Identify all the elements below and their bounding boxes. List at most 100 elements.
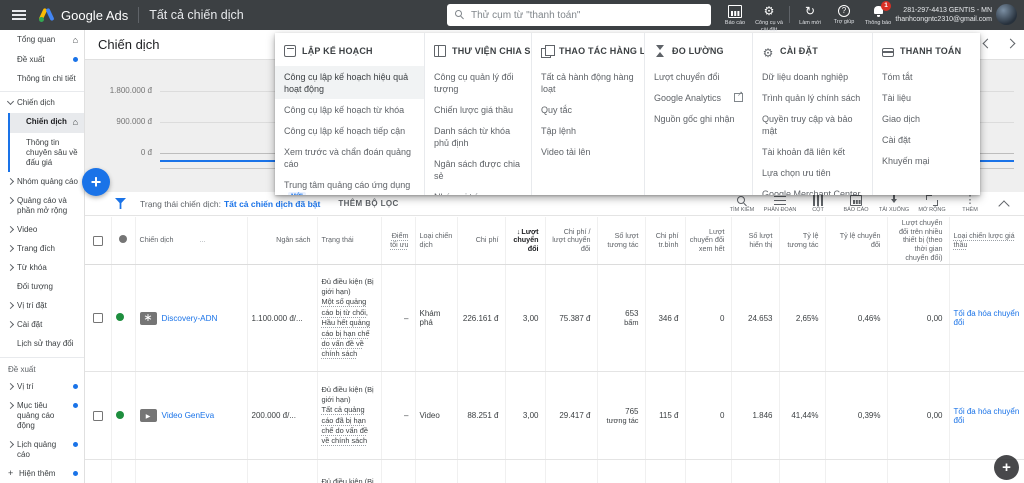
overlay-plus-button[interactable] <box>994 455 1019 480</box>
sidebar-item[interactable]: Lịch quảng cáo <box>0 435 84 464</box>
column-header[interactable]: Tỷ lệ tương tác <box>779 217 826 266</box>
menu-item[interactable]: Nhóm vị trí <box>425 187 531 195</box>
topbar-action-reports[interactable]: Báo cáo <box>718 2 752 27</box>
menu-item[interactable]: Dữ liệu doanh nghiệp <box>753 66 872 87</box>
sidebar-item[interactable]: Thông tin chi tiết <box>0 69 84 88</box>
select-all-checkbox[interactable] <box>92 235 103 246</box>
sidebar-item[interactable]: Đề xuất <box>0 50 84 69</box>
menu-item[interactable]: Quyền truy cập và bảo mật <box>753 108 872 141</box>
menu-item[interactable]: Lượt chuyển đổi <box>645 66 752 87</box>
sidebar-item-label: Quảng cáo và phần mở rộng <box>17 195 68 215</box>
menu-item[interactable]: Lựa chọn ưu tiên <box>753 163 872 184</box>
campaign-name-link[interactable]: Video GenEva <box>162 411 215 420</box>
sidebar-item[interactable]: Nhóm quảng cáo <box>0 172 84 191</box>
topbar-action-notifications[interactable]: 1 Thông báo <box>861 1 895 27</box>
search-box[interactable] <box>447 4 711 26</box>
column-header[interactable]: Lượt chuyển đổi trên nhiều thiết bị (the… <box>887 217 950 266</box>
sidebar-item[interactable]: Video <box>0 220 84 239</box>
campaign-name-link[interactable]: Discovery-ADN <box>162 314 218 323</box>
menu-item[interactable]: Công cụ lập kế hoạch hiệu quả hoạt động <box>275 66 424 100</box>
toolbar-columns[interactable]: CỘT <box>802 194 834 213</box>
sidebar-item[interactable]: Đối tượng <box>0 277 84 296</box>
sidebar-item[interactable]: Chiến dịch <box>8 112 84 133</box>
status-column-header[interactable] <box>111 217 136 266</box>
toolbar-report[interactable]: BÁO CÁO <box>840 194 872 213</box>
menu-item[interactable]: Xem trước và chẩn đoán quảng cáo <box>275 142 424 175</box>
menu-item[interactable]: Tài liệu <box>873 87 980 108</box>
sidebar-item[interactable]: Thông tin chuyên sâu về đấu giá <box>8 133 84 172</box>
sidebar-item[interactable]: Cài đặt <box>0 315 84 334</box>
sidebar-item[interactable]: Từ khóa <box>0 258 84 277</box>
sidebar-item[interactable]: Trang đích <box>0 239 84 258</box>
menu-item[interactable]: Trình quản lý chính sách <box>753 87 872 108</box>
menu-item[interactable]: Khuyến mại <box>873 151 980 172</box>
column-header[interactable]: Chi phí tr.bình <box>645 217 686 266</box>
add-filter-button[interactable]: THÊM BỘ LỌC <box>338 199 398 208</box>
menu-item[interactable]: Chiến lược giá thầu <box>425 99 531 120</box>
chevron-left-icon[interactable] <box>982 38 993 49</box>
column-header[interactable]: Số lượt hiển thị <box>731 217 780 266</box>
menu-item[interactable]: Quy tắc <box>532 99 644 120</box>
menu-item[interactable]: Danh sách từ khóa phủ định <box>425 120 531 153</box>
filter-chip[interactable]: Trạng thái chiến dịch: Tất cả chiến dịch … <box>140 199 320 209</box>
menu-item[interactable]: Công cụ lập kế hoạch từ khóa <box>275 99 424 120</box>
menu-item[interactable]: Tất cả hành động hàng loạt <box>532 66 644 99</box>
menu-item[interactable]: Google Merchant Center <box>753 184 872 195</box>
menu-item[interactable]: Trung tâm quảng cáo ứng dụngMỚI <box>275 175 424 195</box>
toolbar-download[interactable]: TẢI XUỐNG <box>878 194 910 213</box>
menu-item-label: Danh sách từ khóa phủ định <box>434 125 511 149</box>
column-header[interactable]: Chi phí <box>457 217 506 266</box>
menu-item[interactable]: Tập lệnh <box>532 120 644 141</box>
toolbar-search[interactable]: TÌM KIẾM <box>726 195 758 213</box>
row-checkbox[interactable] <box>92 410 103 421</box>
bid-strategy-link[interactable]: Tối đa hóa chuyển đổi <box>954 309 1020 327</box>
sidebar-item[interactable]: Chiến dịch <box>0 91 84 113</box>
topbar-action-tools[interactable]: Công cụ và cài đặt <box>752 2 786 33</box>
sidebar-item[interactable]: Vị trí <box>0 377 84 396</box>
toolbar-expand[interactable]: MỞ RỘNG <box>916 194 948 213</box>
row-checkbox[interactable] <box>92 313 103 324</box>
column-header[interactable]: Lượt chuyển đổi xem hết <box>685 217 732 266</box>
toolbar-more[interactable]: THÊM <box>954 195 986 213</box>
topbar-action-help[interactable]: Trợ giúp <box>827 2 861 26</box>
menu-item[interactable]: Công cụ quản lý đối tượng <box>425 66 531 99</box>
menu-item[interactable]: Công cụ lập kế hoạch tiếp cận <box>275 120 424 141</box>
sidebar-item[interactable]: Vị trí đặt <box>0 296 84 315</box>
bid-strategy-link[interactable]: Tối đa hóa chuyển đổi <box>954 407 1020 425</box>
menu-item[interactable]: Video tải lên <box>532 142 644 163</box>
avatar[interactable] <box>996 4 1017 25</box>
filter-icon[interactable] <box>115 198 126 209</box>
column-header[interactable]: Trạng thái <box>317 217 382 266</box>
column-header[interactable]: Chi phí / lượt chuyển đổi <box>545 217 598 266</box>
sidebar-item[interactable]: + Hiện thêm <box>0 464 84 483</box>
search-input[interactable] <box>471 4 701 26</box>
menu-item[interactable]: Cài đặt <box>873 129 980 150</box>
sidebar-item[interactable]: Quảng cáo và phần mở rộng <box>0 191 84 220</box>
sidebar-item[interactable]: Mục tiêu quảng cáo động <box>0 396 84 435</box>
sidebar-item[interactable]: Lịch sử thay đổi <box>0 334 84 353</box>
new-campaign-fab[interactable] <box>82 168 110 196</box>
column-header[interactable]: Tỷ lệ chuyển đổi <box>825 217 888 266</box>
topbar-action-refresh[interactable]: Làm mới <box>793 2 827 27</box>
chevron-right-icon[interactable] <box>1005 38 1016 49</box>
column-header[interactable]: Chiến dịch... <box>135 217 248 266</box>
menu-item[interactable]: Tóm tắt <box>873 66 980 87</box>
select-all-header[interactable] <box>85 217 112 266</box>
column-header[interactable]: Loại chiến lược giá thầu <box>949 217 1024 266</box>
menu-item[interactable]: Google Analytics <box>645 87 752 108</box>
toolbar-segment[interactable]: PHÂN ĐOẠN <box>764 195 796 213</box>
column-header[interactable]: Số lượt tương tác <box>597 217 646 266</box>
column-header[interactable]: Loại chiến dịch <box>415 217 458 266</box>
menu-icon[interactable] <box>12 10 26 20</box>
column-header[interactable]: Điểm tối ưu <box>381 217 416 266</box>
menu-item[interactable]: Ngân sách được chia sẻ <box>425 154 531 187</box>
collapse-chart-button[interactable] <box>998 199 1010 212</box>
table-cell: 41,44% <box>779 371 826 461</box>
page-title: Chiến dịch <box>98 37 160 52</box>
menu-item[interactable]: Giao dịch <box>873 108 980 129</box>
menu-item[interactable]: Nguồn gốc ghi nhận <box>645 108 752 129</box>
column-header[interactable]: ↓Lượt chuyển đổi <box>505 217 546 266</box>
menu-item[interactable]: Tài khoản đã liên kết <box>753 142 872 163</box>
sidebar-item[interactable]: Tổng quan <box>0 30 84 50</box>
column-header[interactable]: Ngân sách <box>247 217 318 266</box>
